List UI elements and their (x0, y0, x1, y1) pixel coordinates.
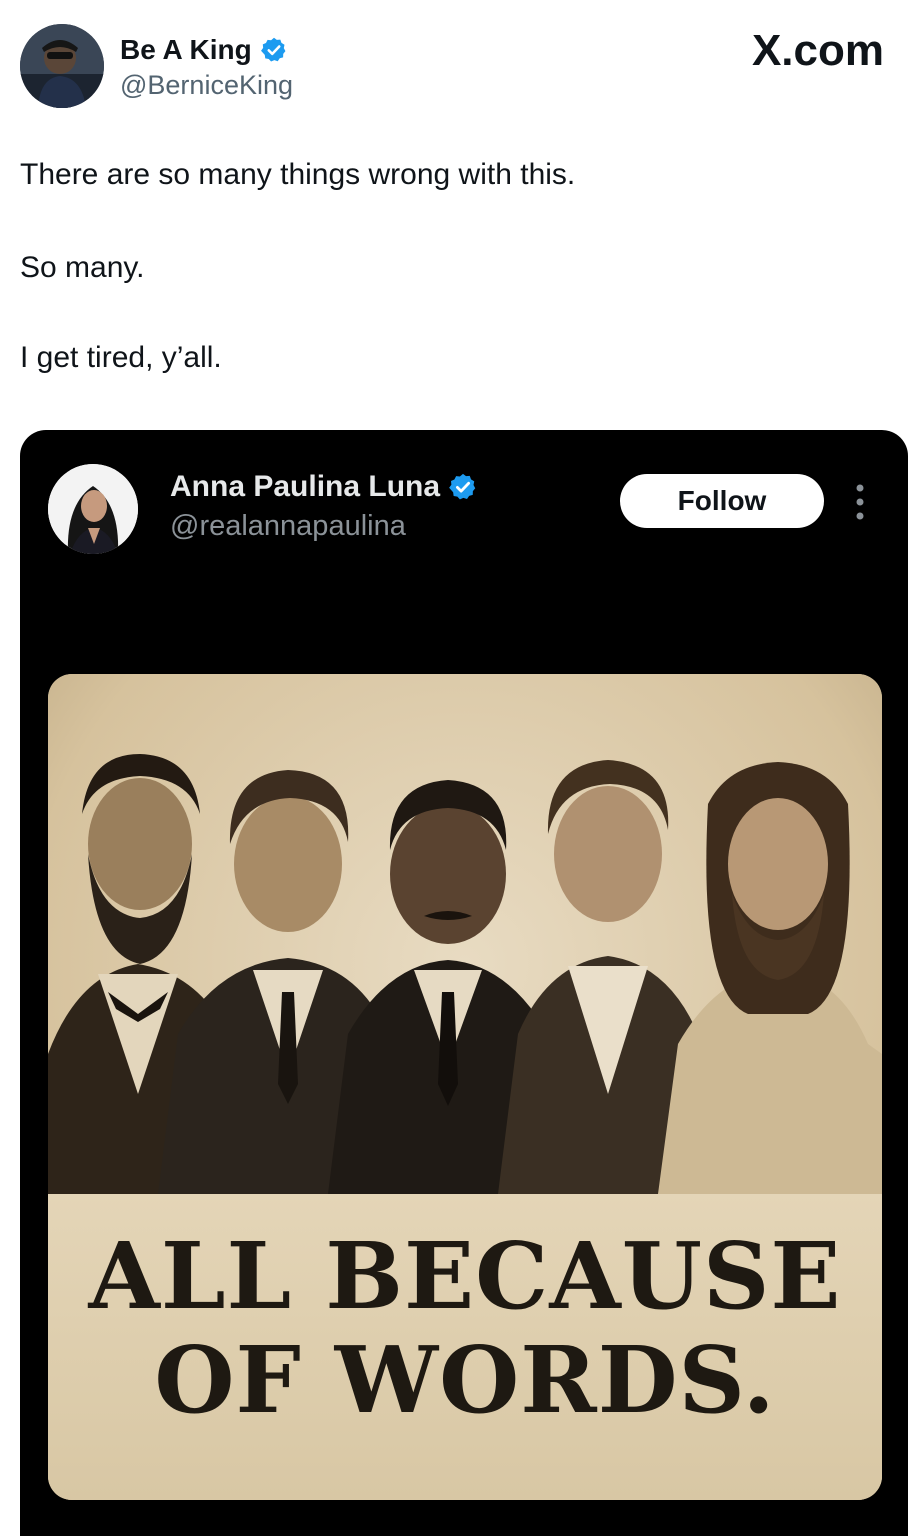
image-caption-line-1: ALL BECAUSE (88, 1222, 842, 1330)
more-options-icon[interactable] (850, 480, 870, 524)
author-name[interactable]: Be A King (120, 34, 252, 66)
embedded-tweet-card[interactable]: Anna Paulina Luna @realannapaulina Follo… (20, 430, 908, 1536)
author-name-row[interactable]: Be A King (120, 34, 288, 66)
embedded-avatar-image (48, 464, 138, 554)
author-handle[interactable]: @BerniceKing (120, 70, 293, 101)
embedded-tweet-image[interactable]: ALL BECAUSE OF WORDS. (48, 674, 882, 1500)
image-caption-line-2: OF WORDS. (154, 1326, 776, 1434)
author-avatar-image (20, 24, 104, 108)
tweet-text-line: There are so many things wrong with this… (20, 158, 576, 191)
follow-button[interactable]: Follow (620, 474, 824, 528)
verified-badge-icon (260, 37, 286, 62)
embedded-author-handle[interactable]: @realannapaulina (170, 510, 406, 543)
tweet-text-line: I get tired, y’all. (20, 341, 222, 374)
embedded-author-avatar[interactable] (48, 464, 138, 554)
embedded-author-name-row[interactable]: Anna Paulina Luna (170, 470, 478, 504)
author-avatar[interactable] (20, 24, 104, 108)
tweet-text-line: So many. (20, 251, 145, 284)
embedded-author-name[interactable]: Anna Paulina Luna (170, 470, 440, 504)
xcom-logo: X.com (751, 26, 884, 75)
verified-badge-icon (449, 473, 476, 500)
